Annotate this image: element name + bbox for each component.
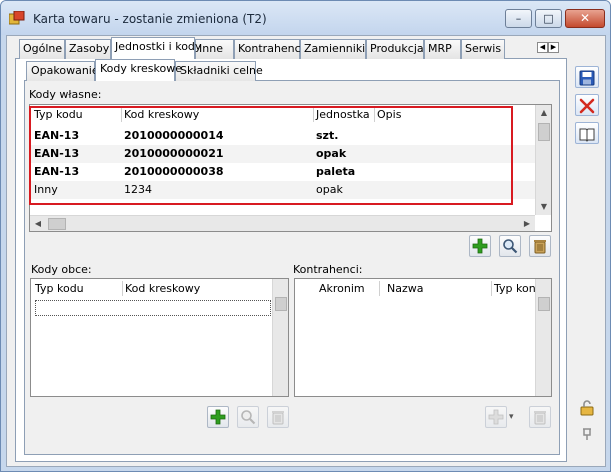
focused-empty-row[interactable] — [35, 300, 271, 316]
save-icon — [579, 70, 595, 86]
minimize-button[interactable]: – — [505, 9, 532, 28]
trash-icon — [534, 411, 546, 425]
search-own-code-button[interactable] — [499, 235, 521, 257]
col-akronim[interactable]: Akronim — [319, 279, 365, 298]
pin-icon — [583, 428, 591, 440]
tab-zamienniki[interactable]: Zamienniki — [300, 39, 366, 59]
delete-foreign-code-button[interactable] — [267, 406, 289, 428]
tab-ogolne[interactable]: Ogólne — [19, 39, 65, 59]
lock-icon — [580, 400, 594, 416]
scroll-thumb[interactable] — [48, 218, 66, 230]
horizontal-scrollbar[interactable]: ◀ ▶ — [30, 215, 535, 231]
magnifier-icon — [503, 239, 518, 254]
delete-own-code-button[interactable] — [529, 235, 551, 257]
col-separator — [379, 281, 380, 296]
window-client: Ogólne Zasoby Jednostki i kody Inne Kont… — [6, 35, 606, 467]
scroll-up-icon[interactable]: ▲ — [536, 105, 552, 121]
add-own-code-button[interactable] — [469, 235, 491, 257]
cancel-button[interactable] — [575, 94, 599, 116]
magnifier-icon — [241, 410, 256, 425]
col-separator — [122, 281, 123, 296]
delete-contractor-button[interactable] — [529, 406, 551, 428]
tab-scroll-left-icon[interactable]: ◀ — [537, 42, 548, 53]
scroll-left-icon[interactable]: ◀ — [30, 216, 46, 232]
pin-button[interactable] — [575, 422, 599, 444]
col-separator — [491, 281, 492, 296]
add-icon — [472, 238, 488, 254]
tab-produkcja[interactable]: Produkcja — [366, 39, 424, 59]
maximize-icon: □ — [543, 12, 554, 25]
save-button[interactable] — [575, 66, 599, 88]
highlight-frame — [29, 106, 513, 205]
col-kod-kreskowy[interactable]: Kod kreskowy — [125, 279, 200, 298]
add-icon — [210, 409, 226, 425]
own-codes-label: Kody własne: — [29, 88, 102, 101]
scroll-thumb[interactable] — [538, 123, 550, 141]
col-typ-kodu[interactable]: Typ kodu — [35, 279, 84, 298]
vertical-scrollbar[interactable]: ▲ ▼ — [535, 105, 551, 215]
subtab-skladniki-celne[interactable]: Składniki celne — [175, 61, 263, 81]
help-button[interactable] — [575, 122, 599, 144]
add-icon — [488, 409, 504, 425]
tab-serwis[interactable]: Serwis — [461, 39, 505, 59]
contractors-label: Kontrahenci: — [293, 263, 363, 276]
title-bar: Karta towaru - zostanie zmieniona (T2) –… — [1, 1, 610, 35]
vertical-scrollbar[interactable] — [535, 279, 551, 396]
maximize-button[interactable]: □ — [535, 9, 562, 28]
col-typ-kon[interactable]: Typ kon — [494, 279, 536, 298]
scroll-thumb[interactable] — [275, 297, 287, 311]
scroll-down-icon[interactable]: ▼ — [536, 199, 552, 215]
cancel-icon — [579, 98, 595, 114]
tab-kontrahenci[interactable]: Kontrahenci — [234, 39, 304, 59]
add-contractor-button[interactable] — [485, 406, 507, 428]
add-foreign-code-button[interactable] — [207, 406, 229, 428]
tab-jednostki-i-kody[interactable]: Jednostki i kody — [111, 37, 201, 59]
search-foreign-code-button[interactable] — [237, 406, 259, 428]
close-icon: ✕ — [579, 11, 591, 25]
foreign-codes-label: Kody obce: — [31, 263, 92, 276]
window: Karta towaru - zostanie zmieniona (T2) –… — [0, 0, 611, 472]
chevron-down-icon[interactable]: ▾ — [509, 412, 514, 422]
trash-icon — [534, 240, 546, 254]
window-title: Karta towaru - zostanie zmieniona (T2) — [33, 12, 267, 26]
book-icon — [579, 128, 595, 142]
trash-icon — [272, 411, 284, 425]
lock-button[interactable] — [575, 396, 599, 418]
scroll-right-icon[interactable]: ▶ — [519, 216, 535, 232]
tab-zasoby[interactable]: Zasoby — [65, 39, 111, 59]
subtab-opakowanie[interactable]: Opakowanie — [26, 61, 99, 81]
app-icon — [9, 11, 25, 25]
col-nazwa[interactable]: Nazwa — [387, 279, 423, 298]
subtab-kody-kreskowe[interactable]: Kody kreskowe — [95, 59, 182, 81]
foreign-codes-grid[interactable]: Typ kodu Kod kreskowy — [30, 278, 289, 397]
contractors-grid[interactable]: Akronim Nazwa Typ kon — [294, 278, 552, 397]
minimize-icon: – — [515, 12, 522, 25]
scroll-thumb[interactable] — [538, 297, 550, 311]
tab-mrp[interactable]: MRP — [424, 39, 461, 59]
vertical-scrollbar[interactable] — [272, 279, 288, 396]
tab-scroll-right-icon[interactable]: ▶ — [548, 42, 559, 53]
close-button[interactable]: ✕ — [565, 9, 605, 28]
